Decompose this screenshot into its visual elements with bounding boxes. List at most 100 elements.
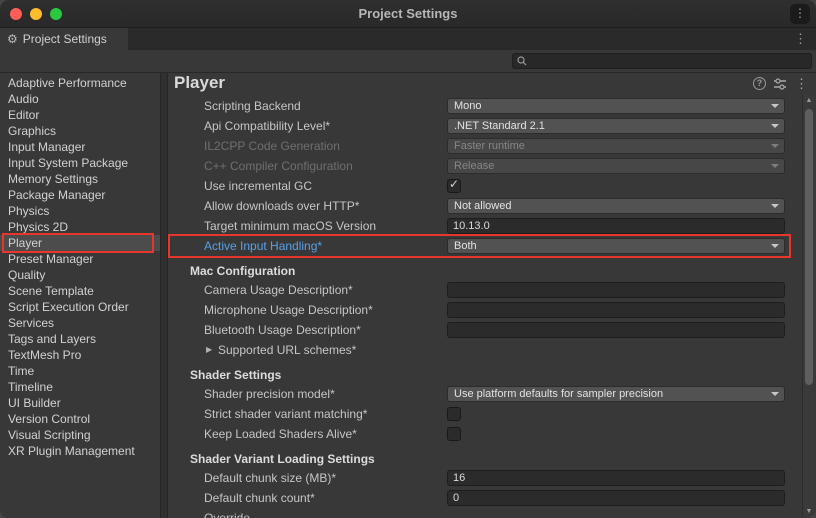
- search-input[interactable]: [530, 54, 811, 68]
- setting-label: Shader precision model*: [204, 384, 335, 404]
- setting-label: Default chunk count*: [204, 488, 315, 508]
- sidebar-item-graphics[interactable]: Graphics: [0, 123, 160, 139]
- dropdown-arrow-icon: [771, 244, 779, 248]
- sidebar-item-adaptive-performance[interactable]: Adaptive Performance: [0, 75, 160, 91]
- sidebar-item-version-control[interactable]: Version Control: [0, 411, 160, 427]
- dropdown-value: .NET Standard 2.1: [454, 119, 545, 133]
- main-panel: Player ? ⋮ Scripting BackendMonoApi Comp…: [168, 72, 816, 518]
- scroll-up-icon[interactable]: ▲: [803, 97, 815, 104]
- dropdown-scripting-backend[interactable]: Mono: [447, 98, 785, 114]
- sidebar-item-tags-and-layers[interactable]: Tags and Layers: [0, 331, 160, 347]
- foldout-arrow-icon[interactable]: ▶: [206, 340, 212, 360]
- setting-label: Camera Usage Description*: [204, 280, 353, 300]
- project-settings-window: Project Settings ⋮ ⚙ Project Settings ⋮ …: [0, 0, 816, 518]
- sidebar-item-preset-manager[interactable]: Preset Manager: [0, 251, 160, 267]
- dropdown-value: Use platform defaults for sampler precis…: [454, 387, 663, 401]
- context-menu-icon[interactable]: ⋮: [795, 76, 808, 92]
- setting-row-bluetooth-usage-description: Bluetooth Usage Description*: [168, 320, 788, 340]
- dropdown-arrow-icon: [771, 144, 779, 148]
- scrollbar-thumb[interactable]: [805, 109, 813, 385]
- dropdown-value: Mono: [454, 99, 482, 113]
- sidebar-item-input-manager[interactable]: Input Manager: [0, 139, 160, 155]
- checkbox-use-incremental-gc[interactable]: ✓: [447, 179, 461, 193]
- tab-project-settings[interactable]: ⚙ Project Settings: [0, 28, 128, 50]
- sidebar-item-services[interactable]: Services: [0, 315, 160, 331]
- main-header: Player ? ⋮: [168, 72, 816, 96]
- dropdown-value: Faster runtime: [454, 139, 525, 153]
- section-title: Shader Variant Loading Settings: [190, 452, 375, 466]
- sidebar-item-editor[interactable]: Editor: [0, 107, 160, 123]
- setting-label: Supported URL schemes*: [218, 340, 356, 360]
- dropdown-arrow-icon: [771, 204, 779, 208]
- field-default-chunk-count[interactable]: [447, 490, 785, 506]
- dropdown-arrow-icon: [771, 392, 779, 396]
- setting-row-override: Override: [168, 508, 788, 518]
- sidebar-item-input-system-package[interactable]: Input System Package: [0, 155, 160, 171]
- preset-icon[interactable]: [773, 78, 787, 90]
- dropdown-arrow-icon: [771, 124, 779, 128]
- sidebar-item-script-execution-order[interactable]: Script Execution Order: [0, 299, 160, 315]
- setting-row-shader-precision-model: Shader precision model* Use platform defa…: [168, 384, 788, 404]
- sidebar-item-physics-2d[interactable]: Physics 2D: [0, 219, 160, 235]
- sidebar-list: Adaptive PerformanceAudioEditorGraphicsI…: [0, 75, 160, 459]
- checkbox-strict-shader-variant-matching[interactable]: [447, 407, 461, 421]
- section-header-shader-settings: Shader Settings: [168, 360, 788, 384]
- sidebar-item-visual-scripting[interactable]: Visual Scripting: [0, 427, 160, 443]
- scroll-down-icon[interactable]: ▼: [803, 508, 815, 515]
- field-microphone-usage-description[interactable]: [447, 302, 785, 318]
- help-icon[interactable]: ?: [753, 77, 766, 90]
- sidebar-item-quality[interactable]: Quality: [0, 267, 160, 283]
- setting-row-default-chunk-size-mb: Default chunk size (MB)*: [168, 468, 788, 488]
- dropdown-active-input-handling[interactable]: Both: [447, 238, 785, 254]
- search-row: [0, 50, 816, 73]
- sidebar-item-ui-builder[interactable]: UI Builder: [0, 395, 160, 411]
- sidebar-item-physics[interactable]: Physics: [0, 203, 160, 219]
- setting-row-supported-url-schemes: ▶ Supported URL schemes*: [168, 340, 788, 360]
- dropdown-c-compiler-configuration: Release: [447, 158, 785, 174]
- dropdown-api-compatibility-level[interactable]: .NET Standard 2.1: [447, 118, 785, 134]
- setting-label: Scripting Backend: [204, 96, 301, 116]
- sidebar-item-time[interactable]: Time: [0, 363, 160, 379]
- dropdown-shader-precision-model[interactable]: Use platform defaults for sampler precis…: [447, 386, 785, 402]
- setting-row-strict-shader-variant-matching: Strict shader variant matching*: [168, 404, 788, 424]
- setting-row-allow-downloads-over-http: Allow downloads over HTTP*Not allowed: [168, 196, 788, 216]
- field-camera-usage-description[interactable]: [447, 282, 785, 298]
- dropdown-value: Release: [454, 159, 494, 173]
- sidebar-item-player[interactable]: Player: [0, 235, 160, 251]
- section-title: Shader Settings: [190, 368, 281, 382]
- setting-label: C++ Compiler Configuration: [204, 156, 353, 176]
- tabbar-menu-button[interactable]: ⋮: [794, 31, 807, 47]
- dropdown-allow-downloads-over-http[interactable]: Not allowed: [447, 198, 785, 214]
- checkbox-keep-loaded-shaders-alive[interactable]: [447, 427, 461, 441]
- sidebar: Adaptive PerformanceAudioEditorGraphicsI…: [0, 73, 160, 518]
- sidebar-item-memory-settings[interactable]: Memory Settings: [0, 171, 160, 187]
- setting-label: Bluetooth Usage Description*: [204, 320, 361, 340]
- field-bluetooth-usage-description[interactable]: [447, 322, 785, 338]
- sidebar-item-audio[interactable]: Audio: [0, 91, 160, 107]
- sidebar-item-scene-template[interactable]: Scene Template: [0, 283, 160, 299]
- sidebar-item-timeline[interactable]: Timeline: [0, 379, 160, 395]
- section-header-shader-variant-loading-settings: Shader Variant Loading Settings: [168, 444, 788, 468]
- page-title: Player: [174, 73, 225, 93]
- window-menu-button[interactable]: ⋮: [790, 4, 810, 24]
- kebab-icon: ⋮: [794, 31, 807, 46]
- field-target-minimum-macos-version[interactable]: [447, 218, 785, 234]
- setting-label: Active Input Handling*: [204, 236, 322, 256]
- section-title: Mac Configuration: [190, 264, 295, 278]
- tab-label: Project Settings: [23, 32, 107, 46]
- setting-label: Keep Loaded Shaders Alive*: [204, 424, 357, 444]
- dropdown-value: Not allowed: [454, 199, 511, 213]
- setting-row-keep-loaded-shaders-alive: Keep Loaded Shaders Alive*: [168, 424, 788, 444]
- setting-label: Target minimum macOS Version: [204, 216, 376, 236]
- sidebar-item-xr-plugin-management[interactable]: XR Plugin Management: [0, 443, 160, 459]
- search-field[interactable]: [512, 53, 812, 69]
- scrollbar[interactable]: ▲ ▼: [802, 95, 815, 517]
- sidebar-item-package-manager[interactable]: Package Manager: [0, 187, 160, 203]
- settings-rows: Scripting BackendMonoApi Compatibility L…: [168, 96, 788, 518]
- titlebar[interactable]: Project Settings ⋮: [0, 0, 816, 28]
- sidebar-item-textmesh-pro[interactable]: TextMesh Pro: [0, 347, 160, 363]
- panel-splitter[interactable]: [160, 73, 168, 518]
- field-default-chunk-size-mb[interactable]: [447, 470, 785, 486]
- setting-row-microphone-usage-description: Microphone Usage Description*: [168, 300, 788, 320]
- setting-label: Default chunk size (MB)*: [204, 468, 336, 488]
